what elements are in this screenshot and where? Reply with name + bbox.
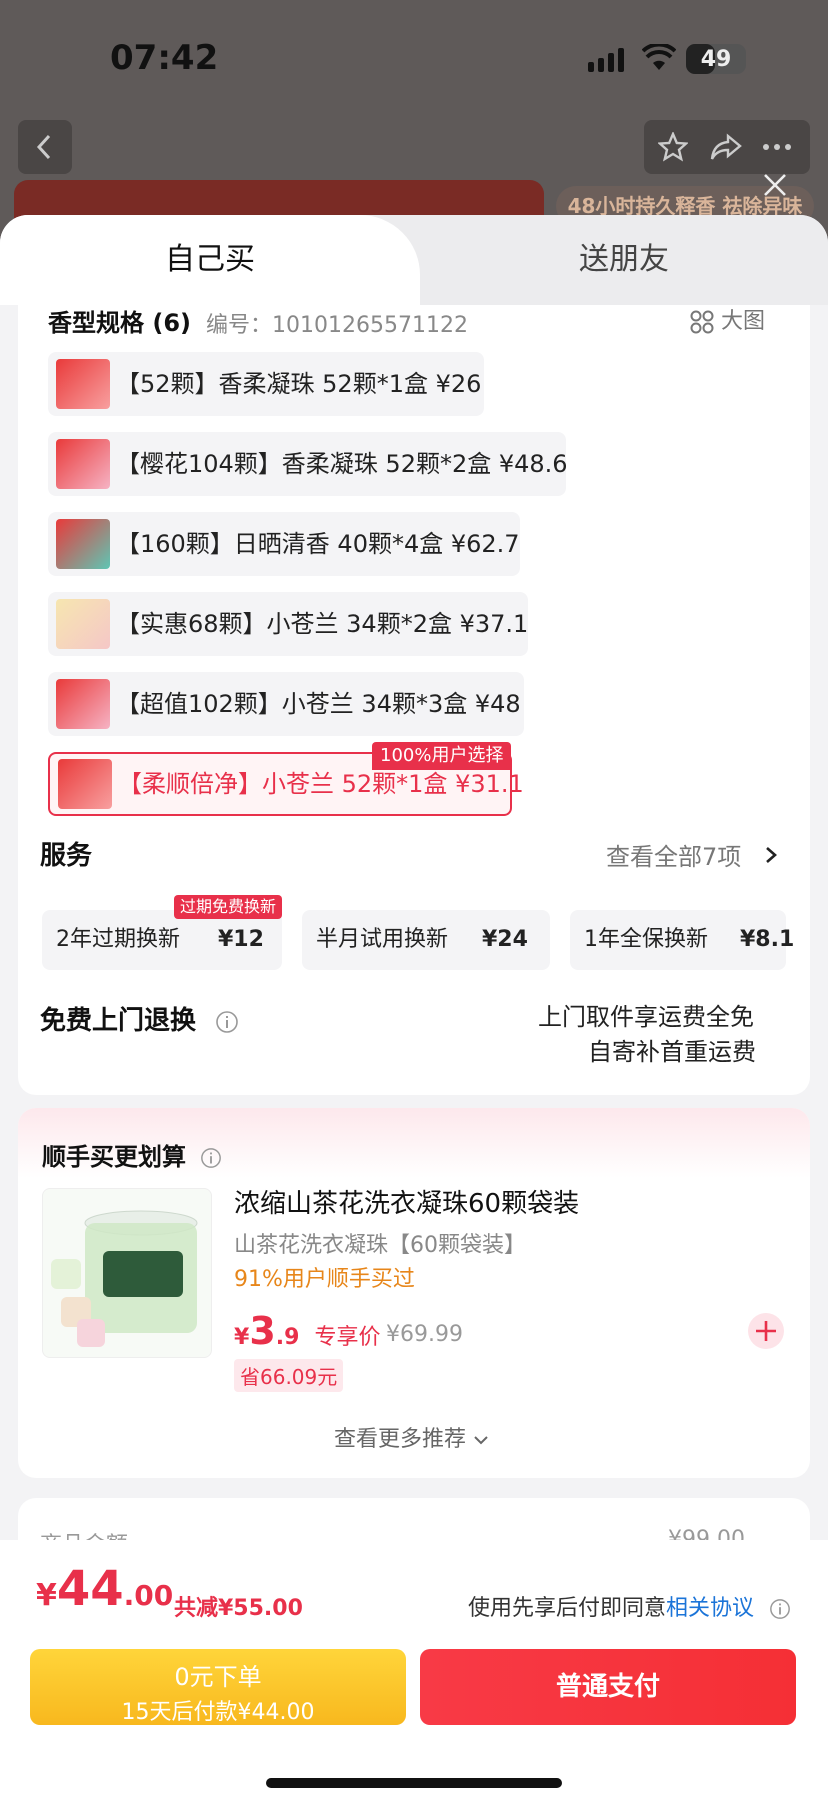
more-icon[interactable] (762, 142, 792, 152)
option-thumbnail (56, 439, 110, 489)
chevron-right-icon (766, 847, 777, 863)
addon-title: 顺手买更划算 (42, 1137, 222, 1172)
service-price: ¥24 (482, 927, 528, 952)
grid-icon (690, 310, 714, 334)
spec-option[interactable]: 【实惠68颗】小苍兰 34颗*2盒 ¥37.1 (48, 592, 528, 656)
home-indicator (266, 1778, 562, 1788)
battery-icon: 49 (686, 44, 746, 74)
addon-title-label: 顺手买更划算 (42, 1143, 186, 1171)
spec-option[interactable]: 【超值102颗】小苍兰 34颗*3盒 ¥48 (48, 672, 524, 736)
price-label: 专享价 (314, 1325, 381, 1350)
zero-order-label: 0元下单 (174, 1663, 262, 1691)
more-recommend[interactable]: 查看更多推荐 (334, 1421, 489, 1453)
free-return-title: 免费上门退换 (40, 1000, 239, 1037)
signal-icon (588, 48, 628, 72)
option-thumbnail (56, 679, 110, 729)
battery-text: 49 (700, 47, 732, 72)
spec-option[interactable]: 【52颗】香柔凝珠 52颗*1盒 ¥26 (48, 352, 484, 416)
big-image-label: 大图 (721, 309, 766, 334)
service-price: ¥12 (218, 927, 264, 952)
reduce-amount: 共减¥55.00 (174, 1596, 303, 1621)
option-label: 【樱花104颗】香柔凝珠 52颗*2盒 ¥48.6 (116, 450, 568, 478)
service-name: 1年全保换新 (584, 927, 708, 952)
option-label: 【实惠68颗】小苍兰 34颗*2盒 ¥37.1 (116, 610, 529, 638)
spec-code: 编号：10101265571122 (206, 313, 468, 338)
free-return-label: 免费上门退换 (40, 1006, 197, 1036)
free-return-line2: 自寄补首重运费 (588, 1038, 756, 1066)
spec-option[interactable]: 【160颗】日晒清香 40颗*4盒 ¥62.7 (48, 512, 520, 576)
status-bar: 07:42 49 (0, 0, 828, 110)
chevron-left-icon (36, 134, 51, 160)
add-button[interactable] (748, 1313, 784, 1349)
service-name: 半月试用换新 (316, 927, 449, 952)
plus-icon (756, 1321, 776, 1341)
agreement: 使用先享后付即同意相关协议 (468, 1590, 791, 1622)
addon-save-tag: 省66.09元 (234, 1359, 344, 1392)
info-icon[interactable] (215, 1010, 239, 1034)
price-int: 3 (249, 1309, 276, 1353)
chevron-down-icon (474, 1436, 488, 1445)
close-icon[interactable] (760, 170, 790, 204)
total-int: 44 (56, 1561, 124, 1617)
tab-self[interactable]: 自己买 (0, 215, 420, 305)
service-option[interactable]: 半月试用换新 ¥24 (302, 910, 550, 970)
addon-product-pct: 91%用户顺手买过 (234, 1267, 415, 1292)
option-label: 【160颗】日晒清香 40颗*4盒 ¥62.7 (116, 530, 520, 558)
info-icon[interactable] (769, 1598, 791, 1620)
option-label: 【超值102颗】小苍兰 34颗*3盒 ¥48 (116, 690, 521, 718)
zero-order-sub: 15天后付款¥44.00 (121, 1700, 315, 1725)
service-price: ¥8.1 (740, 927, 795, 952)
top-actions (644, 120, 810, 174)
addon-old-price: ¥69.99 (386, 1322, 463, 1347)
addon-price: ¥3.9 专享价 (234, 1309, 381, 1353)
option-thumbnail (56, 519, 110, 569)
more-recommend-label: 查看更多推荐 (334, 1427, 467, 1452)
back-button[interactable] (18, 120, 72, 174)
option-thumbnail (58, 759, 112, 809)
big-image-button[interactable]: 大图 (690, 303, 765, 335)
addon-product-image[interactable] (42, 1188, 212, 1358)
star-icon[interactable] (658, 132, 688, 162)
agreement-link[interactable]: 相关协议 (666, 1596, 754, 1621)
service-option[interactable]: 1年全保换新 ¥8.1 (570, 910, 794, 970)
zero-order-button[interactable]: 0元下单 15天后付款¥44.00 (30, 1649, 406, 1725)
option-thumbnail (56, 359, 110, 409)
price-symbol: ¥ (234, 1325, 250, 1350)
spec-option[interactable]: 【樱花104颗】香柔凝珠 52颗*2盒 ¥48.6 (48, 432, 568, 496)
spec-title: 香型规格 (6) (48, 309, 191, 337)
service-name: 2年过期换新 (56, 927, 180, 952)
addon-product-sub: 山茶花洗衣凝珠【60颗袋装】 (234, 1233, 526, 1258)
tab-gift[interactable]: 送朋友 (420, 215, 828, 305)
selected-badge: 100%用户选择 (372, 742, 512, 770)
info-icon[interactable] (200, 1147, 222, 1169)
tab-bar: 自己买 送朋友 (0, 215, 828, 305)
free-return-line1: 上门取件享运费全免 (538, 1003, 754, 1031)
agreement-text: 使用先享后付即同意 (468, 1596, 667, 1621)
service-badge: 过期免费换新 (174, 895, 283, 919)
purchase-sheet: 自己买 送朋友 香型规格 (6) 编号：10101265571122 大图 【5… (0, 215, 828, 1800)
total-price: ¥44.00 (36, 1561, 173, 1617)
currency-symbol: ¥ (36, 1578, 57, 1613)
share-icon[interactable] (710, 132, 742, 162)
services-view-all[interactable]: 查看全部7项 (606, 837, 781, 872)
price-dec: .9 (275, 1325, 300, 1350)
normal-pay-button[interactable]: 普通支付 (420, 1649, 796, 1725)
option-label: 【52颗】香柔凝珠 52颗*1盒 ¥26 (116, 370, 482, 398)
option-thumbnail (56, 599, 110, 649)
status-time: 07:42 (110, 38, 219, 78)
total-dec: .00 (123, 1579, 174, 1612)
view-all-label: 查看全部7项 (606, 843, 742, 871)
addon-product-name[interactable]: 浓缩山茶花洗衣凝珠60颗袋装 (234, 1183, 579, 1220)
service-option[interactable]: 2年过期换新 ¥12 (42, 910, 282, 970)
wifi-icon (641, 42, 677, 76)
services-title: 服务 (40, 841, 93, 871)
